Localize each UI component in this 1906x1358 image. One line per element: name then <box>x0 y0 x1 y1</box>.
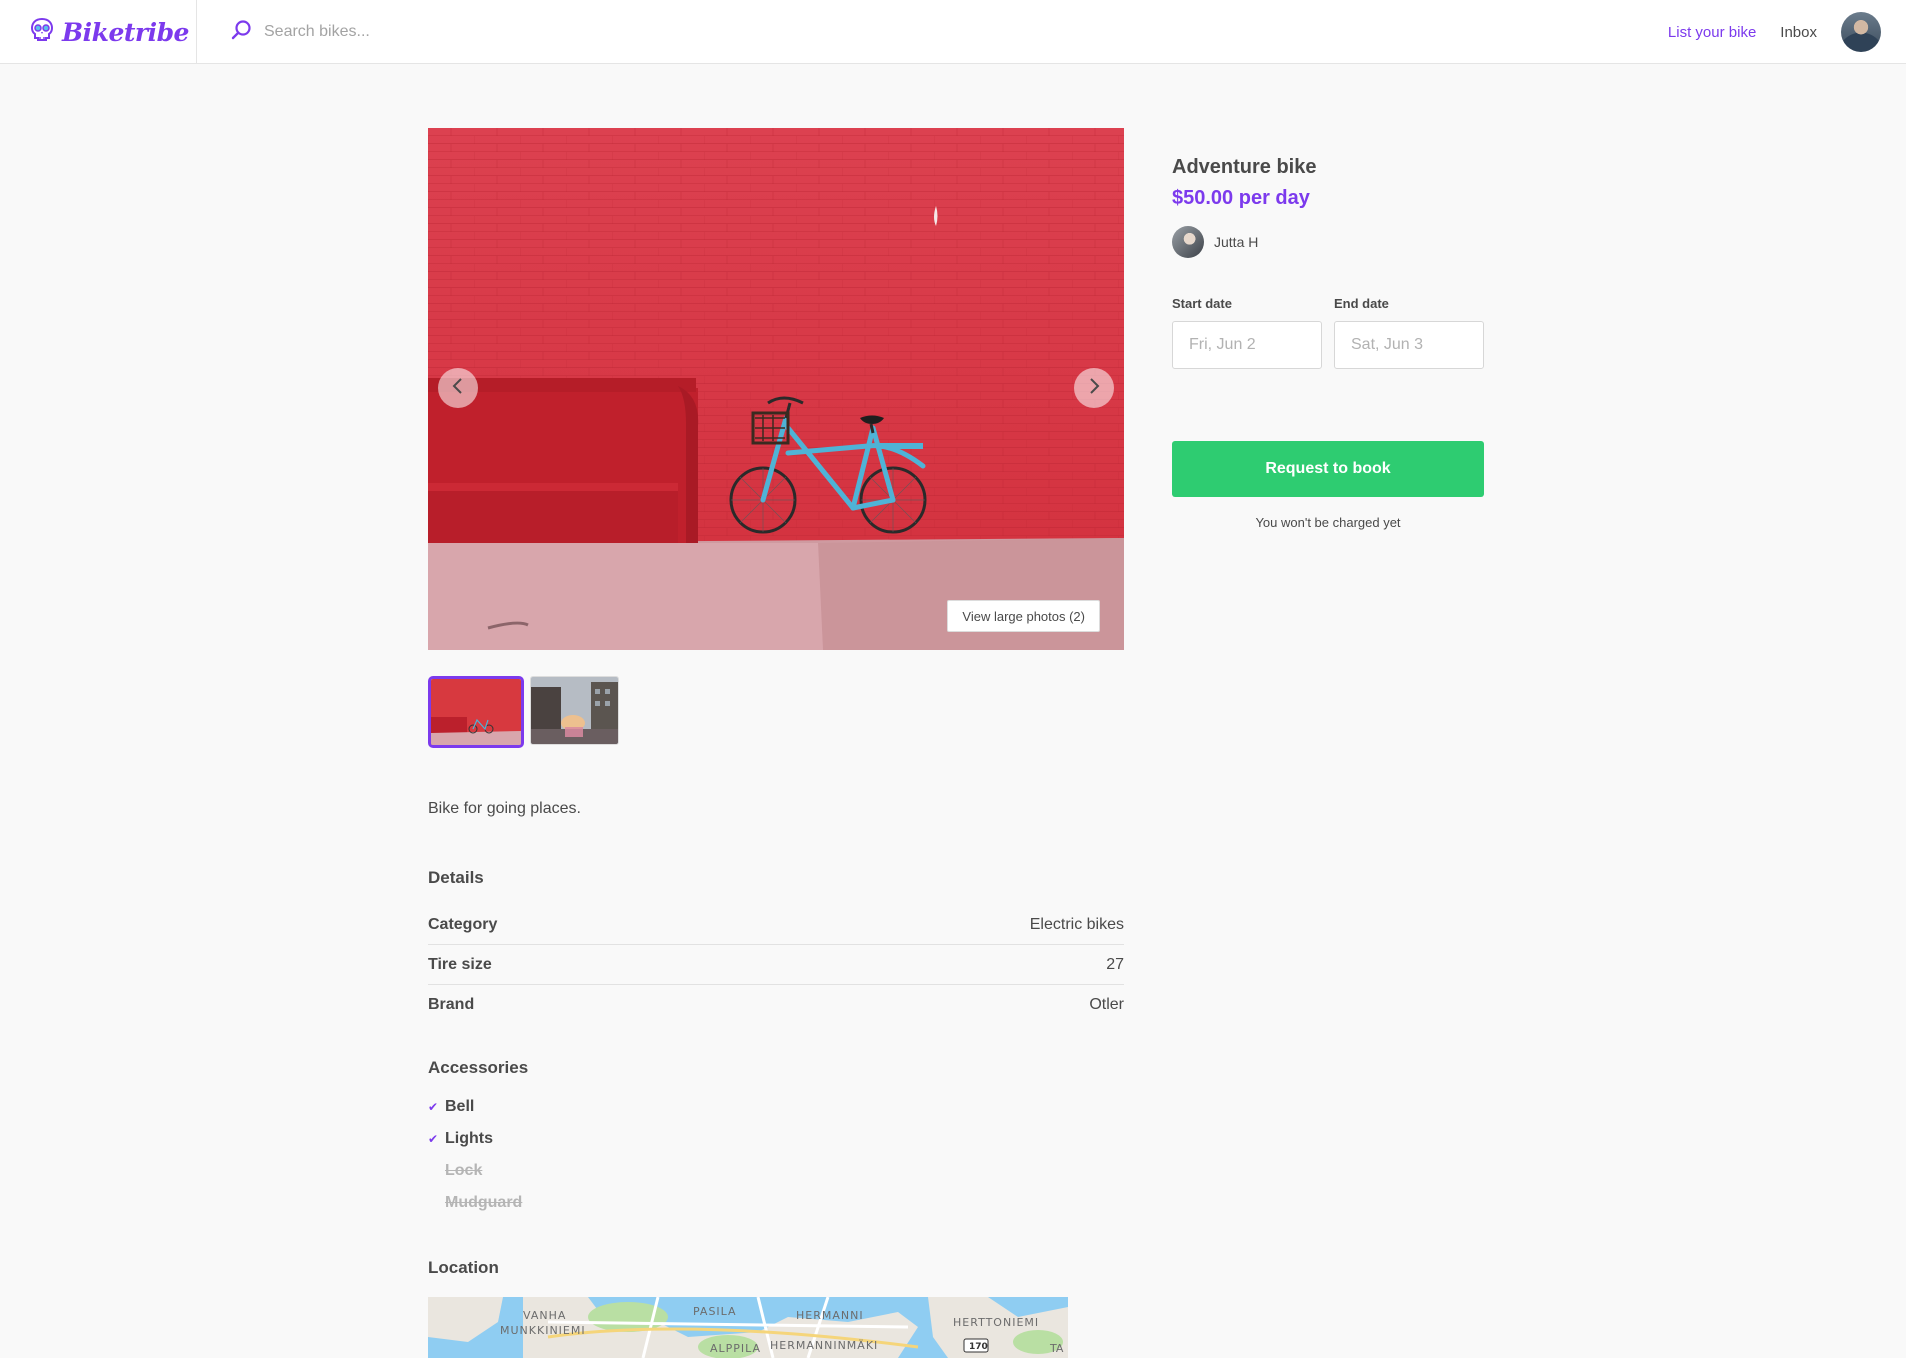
accessory-label: Lights <box>445 1130 493 1147</box>
map-label-hermanninmaki: HERMANNINMÄKI <box>770 1339 878 1352</box>
location-heading: Location <box>428 1258 499 1277</box>
user-avatar[interactable] <box>1841 12 1881 52</box>
detail-value: Otler <box>1089 996 1124 1013</box>
skull-logo-icon <box>30 17 54 48</box>
main-listing-photo[interactable]: View large photos (2) <box>428 128 1124 650</box>
listing-title: Adventure bike <box>1172 156 1317 178</box>
accessories-heading: Accessories <box>428 1058 529 1077</box>
logo-link[interactable]: Biketribe <box>0 0 197 64</box>
chevron-left-icon <box>451 377 465 400</box>
top-bar: Biketribe List your bike Inbox <box>0 0 1906 64</box>
map-label-alppila: ALPPILA <box>710 1342 761 1355</box>
brand-name: Biketribe <box>62 17 189 47</box>
search-bar <box>230 0 564 64</box>
author-avatar[interactable] <box>1172 226 1204 258</box>
detail-row-brand: Brand Otler <box>428 985 1124 1025</box>
listing-author[interactable]: Jutta H <box>1172 226 1484 258</box>
map-tiles: VANHA MUNKKINIEMI PASILA HERMANNI ALPPIL… <box>428 1297 1068 1358</box>
map-label-pasila: PASILA <box>693 1305 737 1318</box>
list-your-bike-link[interactable]: List your bike <box>1668 24 1756 41</box>
detail-row-category: Category Electric bikes <box>428 905 1124 945</box>
next-photo-button[interactable] <box>1074 368 1114 408</box>
details-table: Category Electric bikes Tire size 27 Bra… <box>428 905 1124 1025</box>
view-large-photos-button[interactable]: View large photos (2) <box>947 600 1100 632</box>
check-icon: ✔ <box>428 1132 439 1146</box>
accessory-label: Lock <box>445 1162 483 1179</box>
map-label-herttoniemi: HERTTONIEMI <box>953 1316 1039 1329</box>
location-map[interactable]: VANHA MUNKKINIEMI PASILA HERMANNI ALPPIL… <box>428 1297 1068 1358</box>
details-heading: Details <box>428 868 484 887</box>
booking-dates: Start date End date <box>1172 296 1484 369</box>
previous-photo-button[interactable] <box>438 368 478 408</box>
accessory-label: Mudguard <box>445 1194 523 1211</box>
start-date-group: Start date <box>1172 296 1322 369</box>
accessory-item-bell: ✔ Bell <box>428 1091 522 1123</box>
thumbnail-street-sunset[interactable] <box>530 676 619 745</box>
no-charge-note: You won't be charged yet <box>1255 515 1401 530</box>
accessory-label: Bell <box>445 1098 475 1115</box>
end-date-label: End date <box>1334 296 1389 311</box>
listing-price: $50.00 per day <box>1172 187 1310 209</box>
detail-key: Category <box>428 915 498 933</box>
map-label-vanha: VANHA <box>523 1309 566 1322</box>
end-date-group: End date <box>1334 296 1484 369</box>
accessory-item-lock: Lock <box>428 1155 522 1187</box>
chevron-right-icon <box>1087 377 1101 400</box>
accessory-item-lights: ✔ Lights <box>428 1123 522 1155</box>
inbox-link[interactable]: Inbox <box>1780 24 1817 41</box>
check-icon: ✔ <box>428 1100 439 1114</box>
thumbnail-red-wall[interactable] <box>428 676 524 748</box>
bike-photo-image <box>428 128 1124 650</box>
detail-value: Electric bikes <box>1029 915 1124 933</box>
author-name[interactable]: Jutta H <box>1214 234 1258 250</box>
detail-key: Tire size <box>428 955 492 973</box>
end-date-input[interactable] <box>1334 321 1484 369</box>
search-icon <box>230 18 254 47</box>
top-nav: List your bike Inbox <box>1668 0 1881 64</box>
map-label-munkkiniemi: MUNKKINIEMI <box>500 1324 586 1337</box>
detail-value: 27 <box>1106 955 1124 973</box>
accessory-item-mudguard: Mudguard <box>428 1187 522 1219</box>
booking-panel: Adventure bike $50.00 per day Jutta H St… <box>1172 128 1484 530</box>
accessories-list: ✔ Bell ✔ Lights Lock Mudguard <box>428 1091 522 1219</box>
detail-key: Brand <box>428 996 475 1013</box>
listing-description: Bike for going places. <box>428 800 581 817</box>
map-label-hermanni: HERMANNI <box>796 1309 864 1322</box>
thumbnail-strip <box>428 676 625 748</box>
request-to-book-button[interactable]: Request to book <box>1172 441 1484 497</box>
map-label-ta: TA <box>1049 1342 1064 1355</box>
search-input[interactable] <box>264 23 564 41</box>
map-road-170: 170 <box>969 1342 988 1352</box>
start-date-label: Start date <box>1172 296 1232 311</box>
start-date-input[interactable] <box>1172 321 1322 369</box>
detail-row-tire-size: Tire size 27 <box>428 945 1124 985</box>
